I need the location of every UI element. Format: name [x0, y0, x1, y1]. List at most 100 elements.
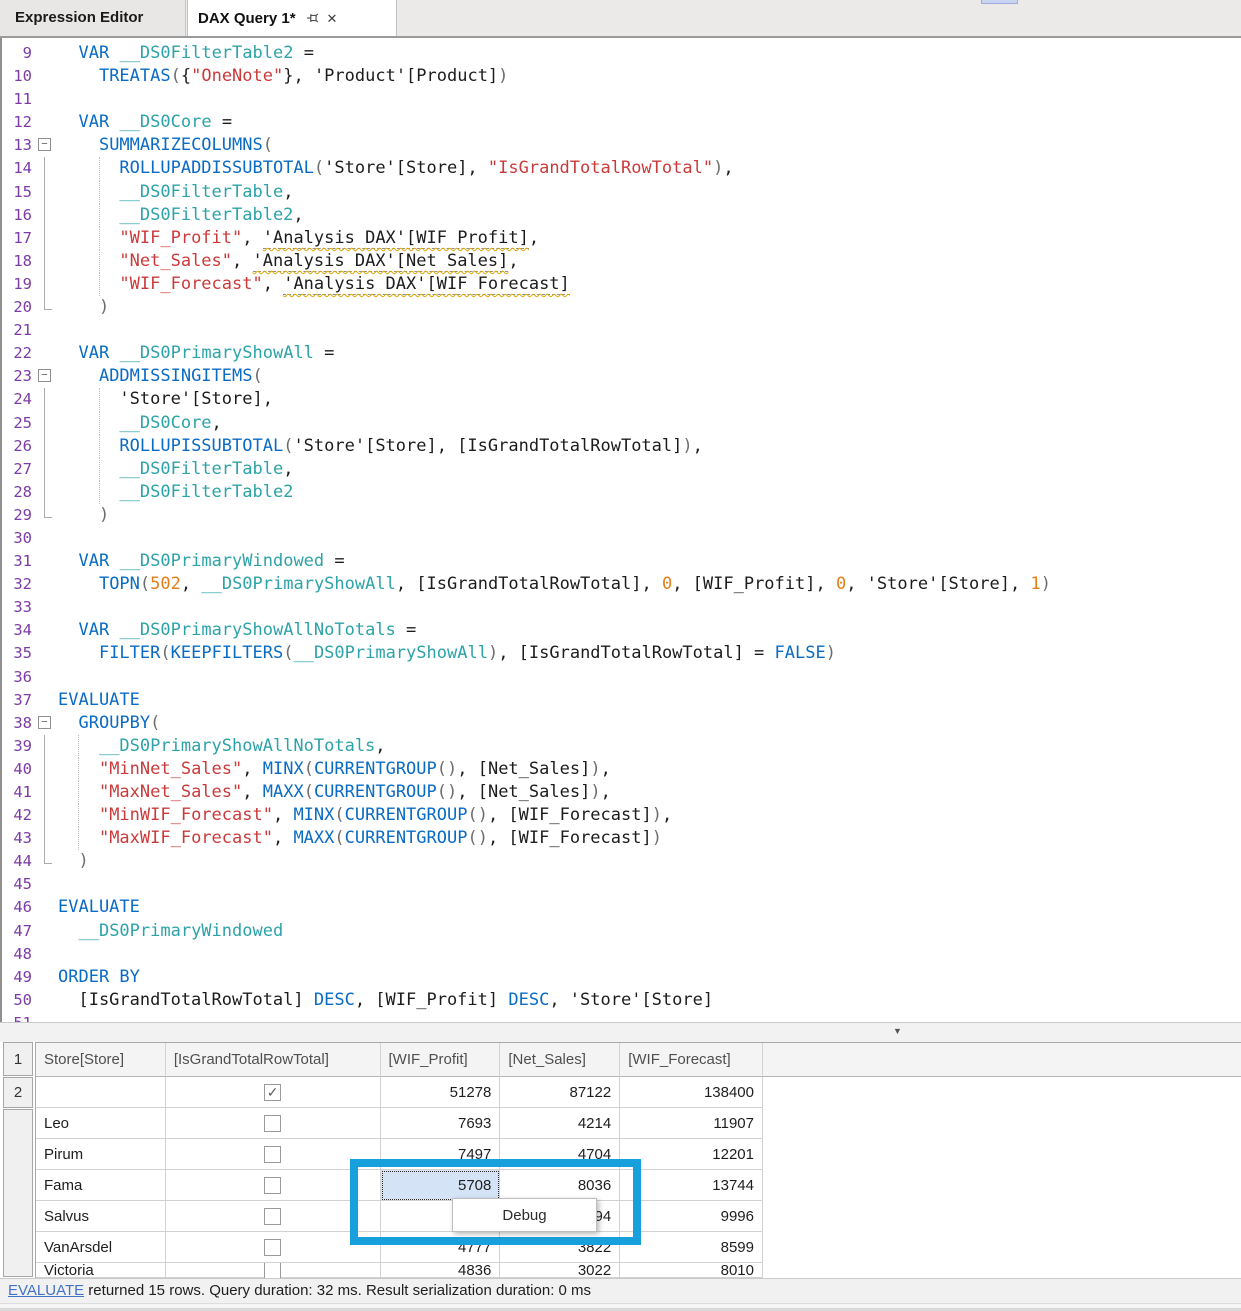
code-line[interactable]: 35 FILTER(KEEPFILTERS(__DS0PrimaryShowAl… — [2, 642, 1241, 665]
code-text[interactable]: __DS0FilterTable, — [58, 181, 1241, 204]
cell-sales[interactable]: 4214 — [500, 1108, 620, 1139]
code-line[interactable]: 46EVALUATE — [2, 896, 1241, 919]
code-line[interactable]: 19 "WIF_Forecast", 'Analysis DAX'[WIF Fo… — [2, 273, 1241, 296]
cell-sales[interactable]: 4704 — [500, 1139, 620, 1170]
cell-is-grand-total[interactable] — [166, 1170, 381, 1201]
code-line[interactable]: 50 [IsGrandTotalRowTotal] DESC, [WIF_Pro… — [2, 989, 1241, 1012]
code-text[interactable]: EVALUATE — [58, 689, 1241, 712]
code-text[interactable] — [58, 943, 1241, 966]
cell-sales[interactable]: 87122 — [500, 1077, 620, 1108]
tab-dax-query-1[interactable]: DAX Query 1* ✕ — [187, 0, 397, 36]
code-line[interactable]: 14 ROLLUPADDISSUBTOTAL('Store'[Store], "… — [2, 157, 1241, 180]
code-line[interactable]: 28 __DS0FilterTable2 — [2, 481, 1241, 504]
column-header[interactable]: [Net_Sales] — [500, 1043, 620, 1077]
cell-profit[interactable]: 7693 — [381, 1108, 501, 1139]
code-text[interactable]: "WIF_Profit", 'Analysis DAX'[WIF Profit]… — [58, 227, 1241, 250]
cell-forecast[interactable]: 8599 — [620, 1232, 763, 1263]
code-text[interactable]: __DS0PrimaryShowAllNoTotals, — [58, 735, 1241, 758]
code-line[interactable]: 29 ) — [2, 504, 1241, 527]
code-text[interactable]: ROLLUPISSUBTOTAL('Store'[Store], [IsGran… — [58, 435, 1241, 458]
code-text[interactable]: "MinNet_Sales", MINX(CURRENTGROUP(), [Ne… — [58, 758, 1241, 781]
code-text[interactable]: VAR __DS0FilterTable2 = — [58, 42, 1241, 65]
column-header[interactable]: [WIF_Forecast] — [620, 1043, 763, 1077]
code-text[interactable]: "MaxWIF_Forecast", MAXX(CURRENTGROUP(), … — [58, 827, 1241, 850]
cell-store[interactable]: Salvus — [36, 1201, 166, 1232]
fold-toggle-icon[interactable]: − — [38, 369, 51, 382]
code-text[interactable]: EVALUATE — [58, 896, 1241, 919]
evaluate-link[interactable]: EVALUATE — [8, 1282, 84, 1299]
splitter-collapse-arrow[interactable]: ▼ — [893, 1026, 902, 1036]
fold-toggle-icon[interactable]: − — [38, 138, 51, 151]
code-text[interactable]: __DS0FilterTable, — [58, 458, 1241, 481]
cell-sales[interactable]: 3822 — [500, 1232, 620, 1263]
code-text[interactable]: __DS0PrimaryWindowed — [58, 920, 1241, 943]
code-line[interactable]: 17 "WIF_Profit", 'Analysis DAX'[WIF Prof… — [2, 227, 1241, 250]
code-text[interactable]: 'Store'[Store], — [58, 388, 1241, 411]
cell-profit[interactable]: 4777 — [381, 1232, 501, 1263]
debug-context-menu-item[interactable]: Debug — [452, 1198, 597, 1232]
cell-forecast[interactable]: 138400 — [620, 1077, 763, 1108]
cell-forecast[interactable]: 8010 — [620, 1263, 763, 1278]
column-header[interactable]: Store[Store] — [36, 1043, 166, 1077]
code-text[interactable]: SUMMARIZECOLUMNS( — [58, 134, 1241, 157]
code-text[interactable]: [IsGrandTotalRowTotal] DESC, [WIF_Profit… — [58, 989, 1241, 1012]
code-text[interactable]: VAR __DS0Core = — [58, 111, 1241, 134]
code-line[interactable]: 51 — [2, 1012, 1241, 1022]
code-text[interactable] — [58, 1012, 1241, 1022]
code-text[interactable]: ORDER BY — [58, 966, 1241, 989]
close-icon[interactable]: ✕ — [327, 12, 338, 25]
code-text[interactable]: VAR __DS0PrimaryShowAllNoTotals = — [58, 619, 1241, 642]
code-line[interactable]: 9 VAR __DS0FilterTable2 = — [2, 42, 1241, 65]
code-line[interactable]: 34 VAR __DS0PrimaryShowAllNoTotals = — [2, 619, 1241, 642]
code-line[interactable]: 27 __DS0FilterTable, — [2, 458, 1241, 481]
code-line[interactable]: 37EVALUATE — [2, 689, 1241, 712]
cell-is-grand-total[interactable] — [166, 1139, 381, 1170]
code-text[interactable]: ) — [58, 850, 1241, 873]
code-line[interactable]: 25 __DS0Core, — [2, 412, 1241, 435]
code-line[interactable]: 45 — [2, 873, 1241, 896]
code-text[interactable]: TREATAS({"OneNote"}, 'Product'[Product]) — [58, 65, 1241, 88]
code-text[interactable]: "Net_Sales", 'Analysis DAX'[Net Sales], — [58, 250, 1241, 273]
code-line[interactable]: 23− ADDMISSINGITEMS( — [2, 365, 1241, 388]
code-line[interactable]: 30 — [2, 527, 1241, 550]
code-text[interactable]: FILTER(KEEPFILTERS(__DS0PrimaryShowAll),… — [58, 642, 1241, 665]
column-header[interactable]: [IsGrandTotalRowTotal] — [166, 1043, 381, 1077]
code-text[interactable]: __DS0Core, — [58, 412, 1241, 435]
code-line[interactable]: 12 VAR __DS0Core = — [2, 111, 1241, 134]
row-header[interactable]: 1 — [3, 1042, 33, 1076]
cell-store[interactable]: Fama — [36, 1170, 166, 1201]
code-text[interactable] — [58, 596, 1241, 619]
cell-store[interactable]: Pirum — [36, 1139, 166, 1170]
cell-sales[interactable]: 8036 — [500, 1170, 620, 1201]
code-text[interactable]: __DS0FilterTable2, — [58, 204, 1241, 227]
code-line[interactable]: 11 — [2, 88, 1241, 111]
code-line[interactable]: 18 "Net_Sales", 'Analysis DAX'[Net Sales… — [2, 250, 1241, 273]
code-line[interactable]: 20 ) — [2, 296, 1241, 319]
code-line[interactable]: 32 TOPN(502, __DS0PrimaryShowAll, [IsGra… — [2, 573, 1241, 596]
code-line[interactable]: 24 'Store'[Store], — [2, 388, 1241, 411]
cell-profit[interactable]: 7497 — [381, 1139, 501, 1170]
code-line[interactable]: 21 — [2, 319, 1241, 342]
cell-forecast[interactable]: 9996 — [620, 1201, 763, 1232]
code-text[interactable]: ADDMISSINGITEMS( — [58, 365, 1241, 388]
code-line[interactable]: 38− GROUPBY( — [2, 712, 1241, 735]
code-line[interactable]: 44 ) — [2, 850, 1241, 873]
cell-profit[interactable]: 5708 — [381, 1170, 501, 1201]
code-line[interactable]: 39 __DS0PrimaryShowAllNoTotals, — [2, 735, 1241, 758]
cell-store[interactable] — [36, 1077, 166, 1108]
code-text[interactable] — [58, 88, 1241, 111]
cell-store[interactable]: Leo — [36, 1108, 166, 1139]
cell-store[interactable]: VanArsdel — [36, 1232, 166, 1263]
code-line[interactable]: 36 — [2, 666, 1241, 689]
code-text[interactable]: "MinWIF_Forecast", MINX(CURRENTGROUP(), … — [58, 804, 1241, 827]
pin-icon[interactable] — [306, 11, 320, 25]
code-text[interactable] — [58, 527, 1241, 550]
code-line[interactable]: 48 — [2, 943, 1241, 966]
cell-is-grand-total[interactable] — [166, 1108, 381, 1139]
code-text[interactable]: ) — [58, 296, 1241, 319]
code-line[interactable]: 42 "MinWIF_Forecast", MINX(CURRENTGROUP(… — [2, 804, 1241, 827]
code-text[interactable]: GROUPBY( — [58, 712, 1241, 735]
code-line[interactable]: 43 "MaxWIF_Forecast", MAXX(CURRENTGROUP(… — [2, 827, 1241, 850]
cell-sales[interactable]: 3022 — [500, 1263, 620, 1278]
code-line[interactable]: 13− SUMMARIZECOLUMNS( — [2, 134, 1241, 157]
